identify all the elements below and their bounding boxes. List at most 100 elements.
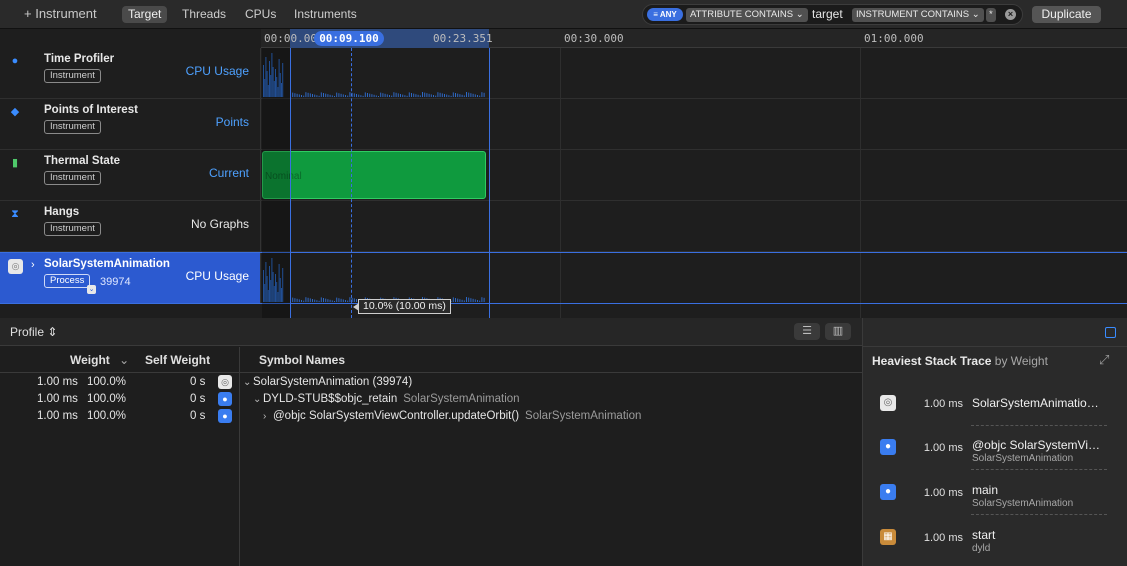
stack-frame[interactable]: ● 1.00 ms @objc SolarSystemVi… SolarSyst… [863,438,1127,483]
track-hangs[interactable]: ⧗ Hangs Instrument No Graphs [0,201,1127,252]
cpu-spike [342,94,344,97]
library-icon: ▦ [880,529,896,545]
track-measure[interactable]: Points [216,115,249,129]
track-measure[interactable]: Current [209,166,249,180]
disclosure-chevron-icon[interactable]: › [31,259,35,271]
weight-column[interactable]: Weight ⌄ [70,353,129,367]
table-row[interactable]: 1.00 ms 100.0% 0 s ◎ [0,375,239,392]
cpu-spike [386,94,388,97]
track-header: ◎ › SolarSystemAnimation Process ⌄ 39974… [0,253,261,303]
cpu-spike [413,93,415,97]
cpu-spike [367,93,368,97]
cpu-spike [275,274,276,302]
track-header: ⧗ Hangs Instrument No Graphs [0,201,261,251]
stack-frame[interactable]: ◎ 1.00 ms SolarSystemAnimatio… [863,395,1127,439]
ruler-label-end: 00:23.351 [433,32,493,45]
cpu-spike [472,93,474,97]
flame-graph-view-icon[interactable]: ▥ [825,323,851,340]
symbol-names-column[interactable]: Symbol Names [259,353,345,367]
user-code-icon: ● [218,409,232,423]
frame-name: main [972,483,999,497]
cpu-spike [296,298,298,302]
track-badge[interactable]: Process [44,274,91,288]
expand-icon[interactable]: ⤢ [1099,352,1109,368]
cpu-bars [263,53,485,97]
attribute-value[interactable]: target [812,7,843,21]
cpu-usage-graph[interactable] [262,48,1127,98]
add-instrument-button[interactable]: + Instrument [24,6,97,21]
profile-mode-select[interactable]: Profile ⇕ [10,325,57,339]
instrument-value[interactable]: * [986,8,996,22]
user-code-icon: ● [218,392,232,406]
cpu-spike [384,93,386,97]
call-tree-view-icon[interactable]: ☰ [794,323,820,340]
cpu-spike [307,92,309,97]
playhead-time[interactable]: 00:09.100 [314,31,384,46]
frame-time: 1.00 ms [923,532,963,544]
track-header: ● Time Profiler Instrument CPU Usage [0,48,261,98]
cpu-spike [450,95,452,97]
track-time-profiler[interactable]: ● Time Profiler Instrument CPU Usage [0,48,1127,99]
clear-filter-icon[interactable]: × [1005,9,1016,20]
cpu-spike [305,297,307,302]
instrument-contains-token[interactable]: INSTRUMENT CONTAINS ⌄ [852,8,984,22]
table-row[interactable]: 1.00 ms 100.0% 0 s ● [0,409,239,426]
cpu-spike [277,87,279,97]
cpu-spike [362,95,364,97]
duplicate-button[interactable]: Duplicate [1032,6,1101,23]
track-measure[interactable]: CPU Usage [186,64,249,78]
pin-icon: ◆ [10,106,20,118]
tab-threads[interactable]: Threads [176,6,232,23]
cpu-spike [353,298,355,302]
thermal-state-bar[interactable]: Nominal [262,151,486,199]
track-measure[interactable]: CPU Usage [186,269,249,283]
app-icon: ◎ [880,395,896,411]
tab-cpus[interactable]: CPUs [239,6,282,23]
cpu-spike [351,92,353,97]
cpu-spike [391,95,393,97]
cpu-spike [481,297,483,302]
frame-name: start [972,528,996,542]
stack-frame[interactable]: ▦ 1.00 ms start dyld [863,528,1127,566]
cpu-spike [307,297,309,302]
stack-frame[interactable]: ● 1.00 ms main SolarSystemAnimation [863,483,1127,528]
table-row[interactable]: 1.00 ms 100.0% 0 s ● [0,392,239,409]
symbol-row[interactable]: › @objc SolarSystemViewController.updateO… [263,410,641,427]
cpu-spike [312,299,313,302]
attribute-contains-token[interactable]: ATTRIBUTE CONTAINS ⌄ [686,8,808,22]
filter-bar[interactable]: ≡ ANY ATTRIBUTE CONTAINS ⌄ target INSTRU… [642,4,1023,25]
cpu-usage-graph[interactable] [262,253,1127,303]
thermal-graph[interactable]: Nominal [262,150,1127,200]
cpu-spike [477,95,478,97]
self-weight-column[interactable]: Self Weight [145,353,210,367]
cpu-spike [336,92,338,97]
column-divider[interactable] [239,347,240,566]
cpu-spike [282,268,284,302]
track-badge: Instrument [44,171,101,185]
track-solar-system-animation[interactable]: ◎ › SolarSystemAnimation Process ⌄ 39974… [0,252,1127,304]
cpu-spike [419,95,421,97]
ruler-label-60s: 01:00.000 [864,32,924,45]
tab-instruments[interactable]: Instruments [288,6,363,23]
frame-library: SolarSystemAnimation [972,498,1074,509]
cpu-spike [452,92,454,97]
dropdown-icon[interactable]: ⌄ [87,285,96,294]
disclosure-icon[interactable]: ⌄ [253,394,263,405]
track-points-of-interest[interactable]: ◆ Points of Interest Instrument Points [0,99,1127,150]
time-ruler[interactable]: 00:00.000 00:23.351 00:30.000 01:00.000 … [261,29,1127,48]
symbol-row[interactable]: ⌄ SolarSystemAnimation (39974) [243,376,412,393]
disclosure-icon[interactable]: › [263,411,273,422]
disclosure-icon[interactable]: ⌄ [243,377,253,388]
tab-target[interactable]: Target [122,6,168,23]
cpu-spike [276,282,278,302]
track-thermal-state[interactable]: ▮ Thermal State Instrument Current Nomin… [0,150,1127,201]
cpu-spike [406,95,408,97]
sidebar-toggle-icon[interactable] [1105,327,1116,338]
track-measure: No Graphs [190,217,249,231]
cpu-spike [338,93,340,97]
cpu-spike [373,94,375,97]
hourglass-icon: ⧗ [11,208,19,220]
any-filter-pill[interactable]: ≡ ANY [647,8,683,21]
symbol-row[interactable]: ⌄ DYLD-STUB$$objc_retain SolarSystemAnimat… [253,393,520,410]
cpu-spike [483,297,485,302]
